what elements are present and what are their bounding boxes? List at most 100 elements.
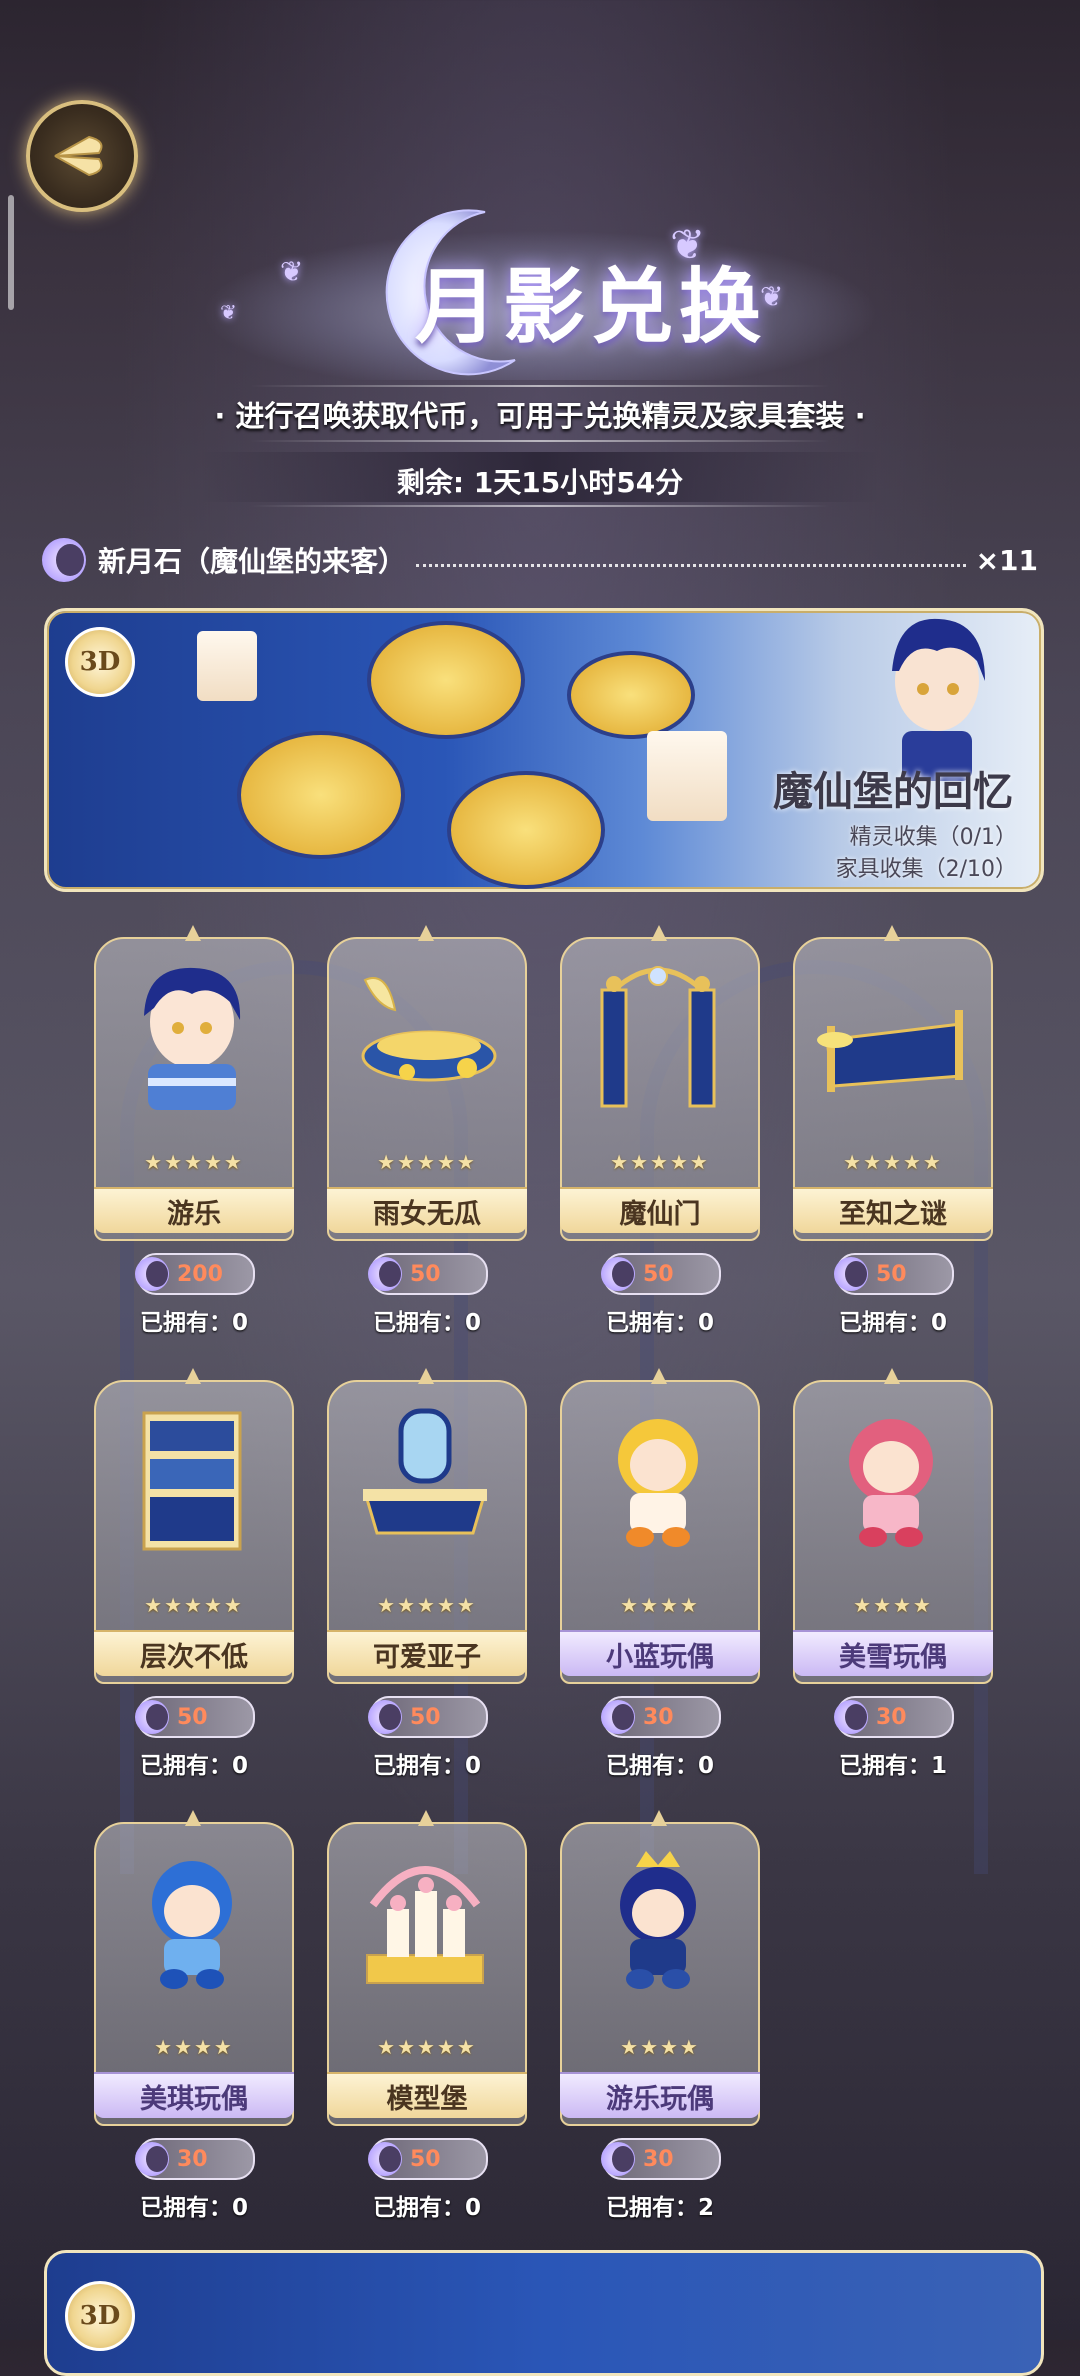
card-ornament: [884, 925, 900, 941]
price-value: 50: [876, 1261, 907, 1287]
moon-stone-icon: [834, 1700, 868, 1734]
dotted-leader: [416, 563, 966, 567]
item-name: 层次不低: [94, 1630, 294, 1676]
shop-item[interactable]: ★★★★★ 层次不低 50 已拥有：0: [94, 1368, 294, 1779]
moon-stone-icon: [834, 1257, 868, 1291]
item-name: 模型堡: [327, 2072, 527, 2118]
price-value: 50: [410, 2146, 441, 2172]
currency-count: ×11: [975, 543, 1038, 577]
doll-youle-art: [620, 1851, 696, 1989]
moon-stone-icon: [368, 2142, 402, 2176]
shop-item[interactable]: ★★★★ 小蓝玩偶 30 已拥有：0: [560, 1368, 760, 1779]
shop-item[interactable]: ★★★★★ 雨女无瓜 50 已拥有：0: [327, 925, 527, 1336]
price-value: 30: [876, 1704, 907, 1730]
badge-3d: 3D: [65, 2281, 135, 2351]
moon-stone-icon: [135, 2142, 169, 2176]
back-button[interactable]: [26, 100, 138, 212]
collection-banner[interactable]: 3D 魔仙堡的回忆 精灵收集（0/1） 家具收集（2/10）: [44, 608, 1044, 892]
divider: [250, 385, 830, 387]
shop-item[interactable]: ★★★★★ 至知之谜 50 已拥有：0: [793, 925, 993, 1336]
banner-art: [567, 651, 695, 739]
moon-stone-icon: [601, 1700, 635, 1734]
banner-art: [197, 631, 257, 701]
price-tag: 30: [601, 2138, 721, 2180]
sprite-collection: 精灵收集（0/1）: [849, 825, 1017, 850]
shop-item[interactable]: ★★★★★ 模型堡 50 已拥有：0: [327, 1810, 527, 2221]
owned-count: 已拥有：0: [372, 1310, 481, 1336]
owned-count: 已拥有：0: [139, 1753, 248, 1779]
price-value: 30: [177, 2146, 208, 2172]
shop-item[interactable]: ★★★★★ 游乐 200 已拥有：0: [94, 925, 294, 1336]
star-rating: ★★★★★: [144, 1150, 244, 1174]
divider: [250, 440, 830, 442]
item-name: 至知之谜: [793, 1187, 993, 1233]
remaining-time: 剩余: 1天15小时54分: [396, 466, 684, 499]
butterfly-icon: ❦: [220, 300, 237, 324]
magic-gate-art: [600, 966, 716, 1108]
shop-item[interactable]: ★★★★ 美雪玩偶 30 已拥有：1: [793, 1368, 993, 1779]
owned-count: 已拥有：0: [139, 2195, 248, 2221]
star-rating: ★★★★★: [377, 1150, 477, 1174]
owned-count: 已拥有：0: [372, 1753, 481, 1779]
doll-meiqi-art: [152, 1861, 232, 1989]
star-rating: ★★★★★: [377, 2035, 477, 2059]
card-ornament: [185, 1810, 201, 1826]
price-tag: 50: [834, 1253, 954, 1295]
moon-stone-icon: [135, 1257, 169, 1291]
star-rating: ★★★★: [853, 1593, 933, 1617]
butterfly-icon: ❦: [760, 280, 784, 313]
bench-art: [817, 1010, 963, 1092]
shop-item[interactable]: ★★★★ 游乐玩偶 30 已拥有：2: [560, 1810, 760, 2221]
item-name: 游乐玩偶: [560, 2072, 760, 2118]
owned-count: 已拥有：0: [838, 1310, 947, 1336]
price-value: 50: [643, 1261, 674, 1287]
price-tag: 50: [135, 1696, 255, 1738]
price-tag: 30: [834, 1696, 954, 1738]
next-collection-banner[interactable]: 3D: [44, 2250, 1044, 2376]
star-rating: ★★★★★: [610, 1150, 710, 1174]
character-portrait: [892, 618, 985, 781]
moon-stone-icon: [135, 1700, 169, 1734]
shop-item[interactable]: ★★★★★ 魔仙门 50 已拥有：0: [560, 925, 760, 1336]
card-ornament: [185, 925, 201, 941]
star-rating: ★★★★★: [843, 1150, 943, 1174]
owned-count: 已拥有：0: [605, 1310, 714, 1336]
card-ornament: [185, 1368, 201, 1384]
moon-stone-icon: [368, 1257, 402, 1291]
divider: [250, 505, 830, 507]
price-tag: 30: [601, 1696, 721, 1738]
moon-stone-icon: [601, 2142, 635, 2176]
currency-name: 新月石（魔仙堡的来客）: [98, 545, 407, 578]
scroll-indicator[interactable]: [8, 195, 14, 310]
shop-item[interactable]: ★★★★★ 可爱亚子 50 已拥有：0: [327, 1368, 527, 1779]
doll-meixue-art: [849, 1419, 933, 1547]
star-rating: ★★★★★: [377, 1593, 477, 1617]
page-title: 月影兑换: [415, 259, 768, 355]
castle-model-art: [366, 1866, 484, 1984]
price-tag: 30: [135, 2138, 255, 2180]
back-wings-icon: [54, 135, 103, 177]
star-rating: ★★★★: [154, 2035, 234, 2059]
card-ornament: [418, 925, 434, 941]
card-ornament: [651, 1810, 667, 1826]
price-value: 50: [177, 1704, 208, 1730]
doll-xiaolan-art: [618, 1419, 698, 1547]
shop-item[interactable]: ★★★★ 美琪玩偶 30 已拥有：0: [94, 1810, 294, 2221]
title-area: 月影兑换 ❦ ❦ ❦ ❦: [200, 200, 880, 380]
vanity-art: [363, 1408, 487, 1535]
item-name: 魔仙门: [560, 1187, 760, 1233]
price-tag: 50: [368, 1696, 488, 1738]
event-description: · 进行召唤获取代币，可用于兑换精灵及家具套装 ·: [214, 399, 866, 433]
moon-stone-icon: [601, 1257, 635, 1291]
banner-art: [237, 731, 405, 859]
owned-count: 已拥有：2: [605, 2195, 714, 2221]
bookshelf-art: [142, 1411, 242, 1551]
owned-count: 已拥有：0: [605, 1753, 714, 1779]
item-name: 雨女无瓜: [327, 1187, 527, 1233]
butterfly-icon: ❦: [670, 220, 706, 269]
item-name: 可爱亚子: [327, 1630, 527, 1676]
card-ornament: [884, 1368, 900, 1384]
item-name: 美雪玩偶: [793, 1630, 993, 1676]
banner-art: [647, 731, 727, 821]
item-name: 游乐: [94, 1187, 294, 1233]
